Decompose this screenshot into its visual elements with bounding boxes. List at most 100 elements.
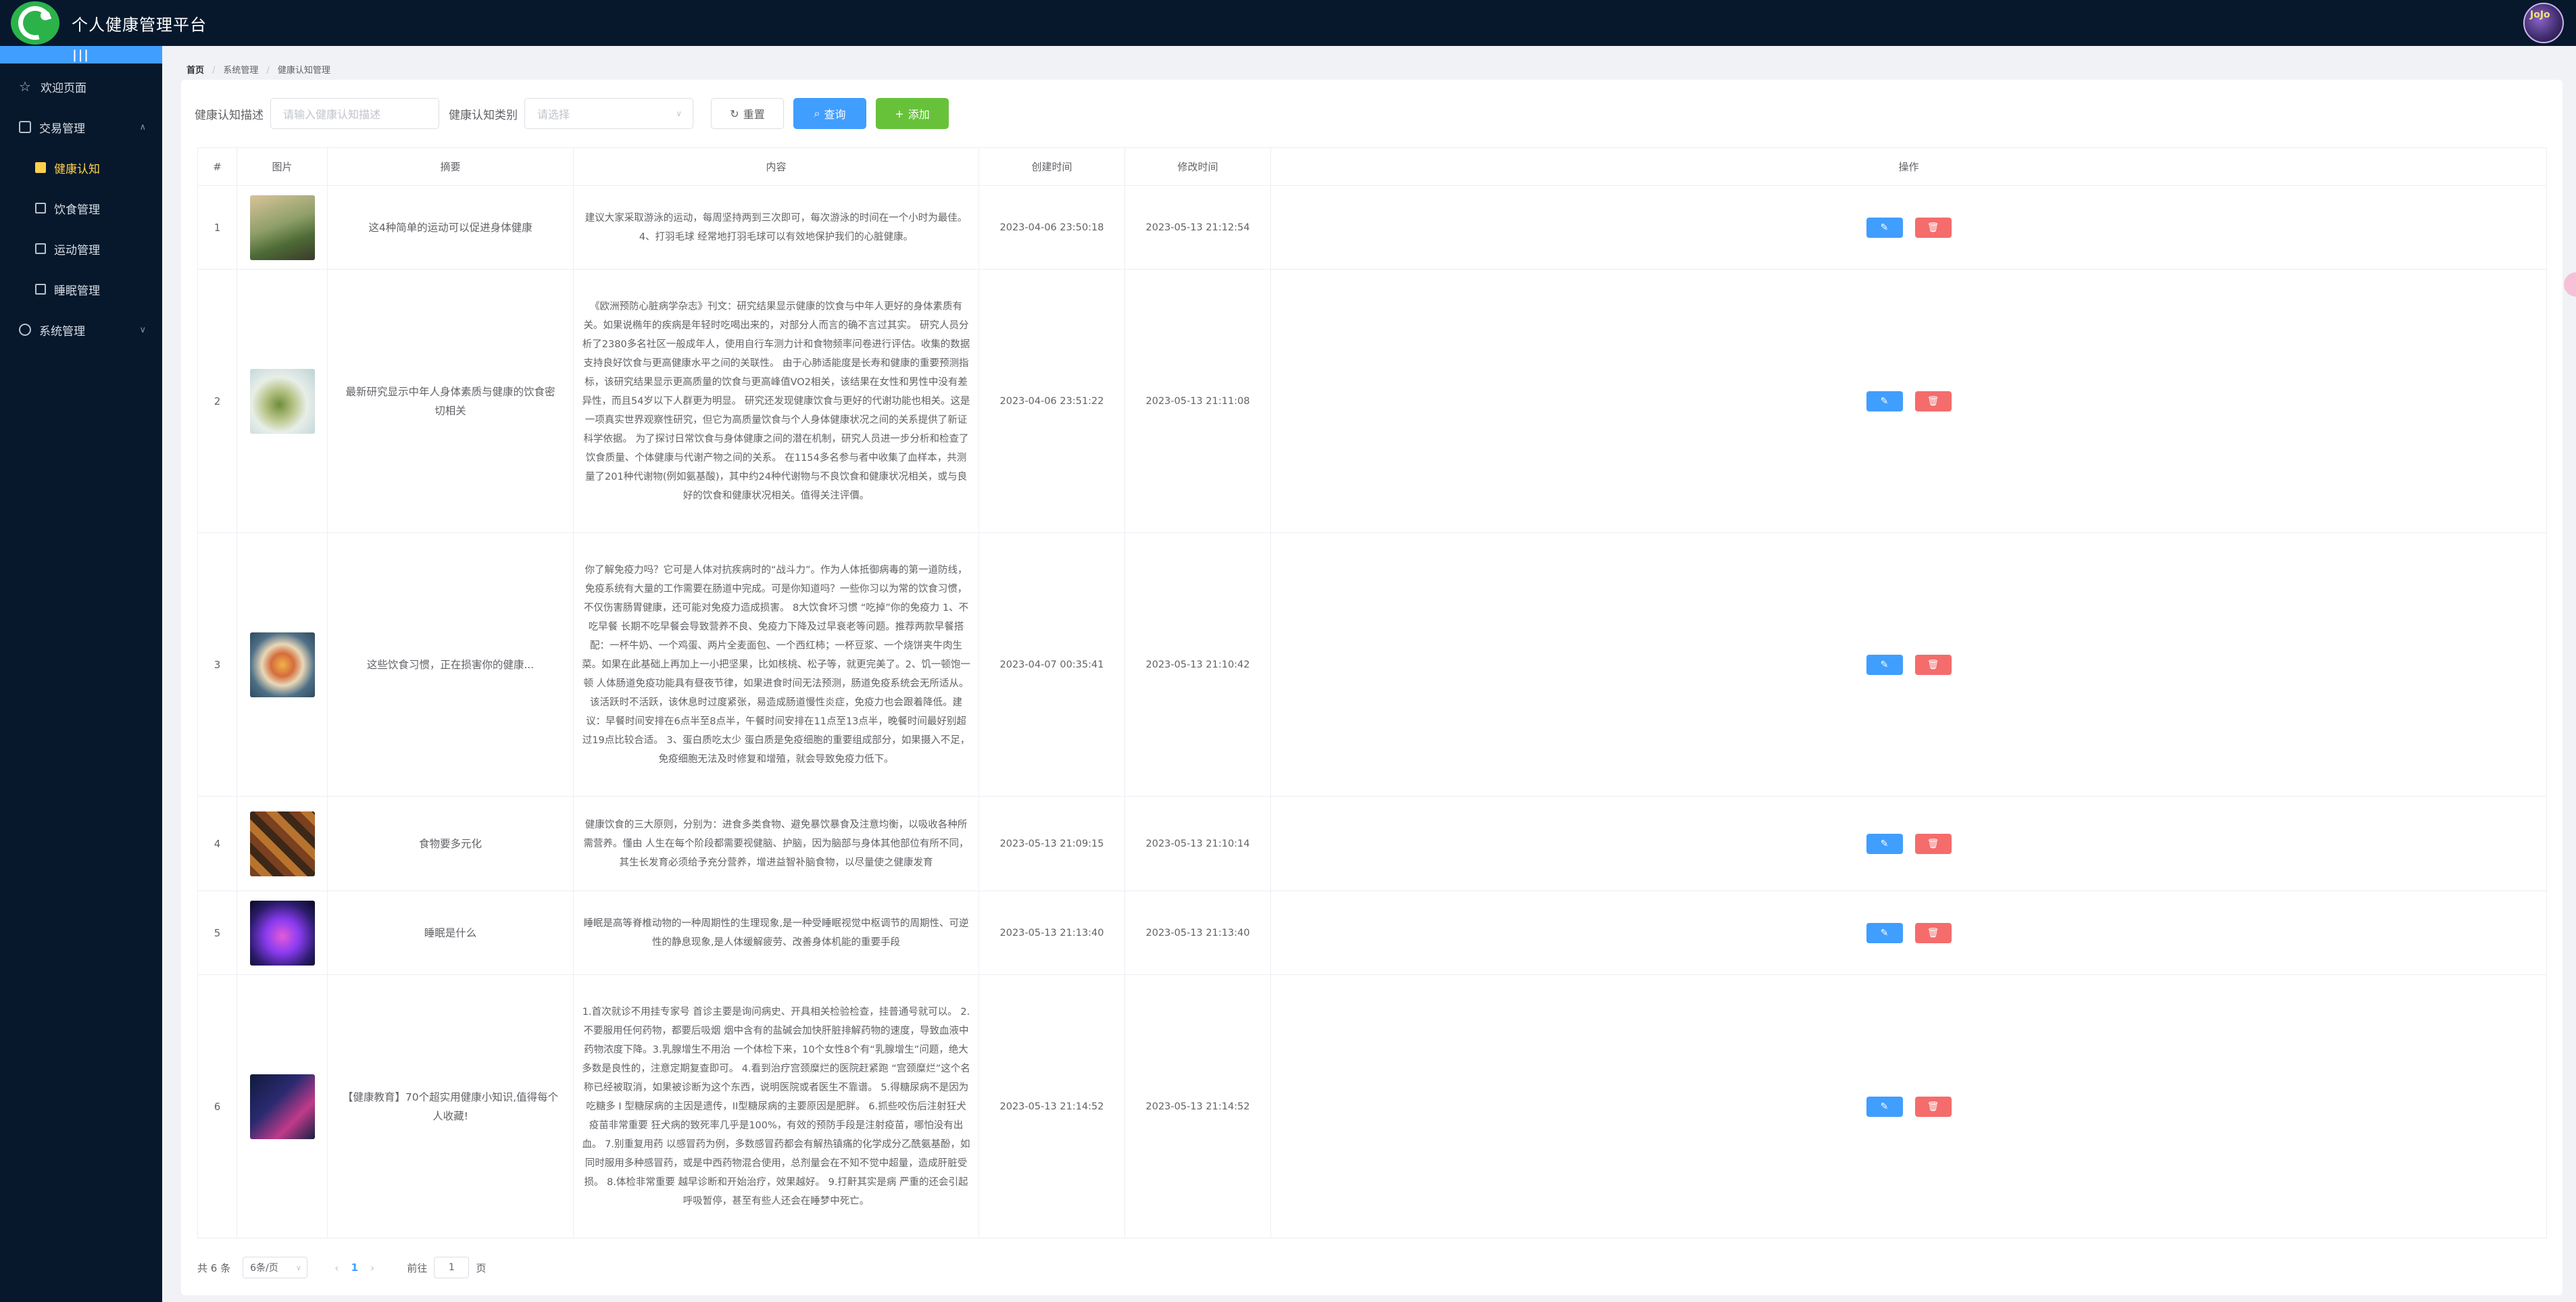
goto-input[interactable]: 1 [434, 1257, 470, 1278]
edit-button[interactable]: ✎ [1866, 217, 1903, 238]
row-summary: 这些饮食习惯，正在损害你的健康... [327, 532, 574, 797]
edit-icon: ✎ [1880, 222, 1889, 233]
sidebar-item-system[interactable]: 系统管理 ∨ [0, 309, 162, 350]
row-image-cell [237, 974, 328, 1238]
row-content: 1.首次就诊不用挂专家号 首诊主要是询问病史、开具相关检验检查，挂普通号就可以。… [573, 974, 979, 1238]
breadcrumb-home[interactable]: 首页 [187, 66, 204, 76]
user-avatar[interactable]: JoJo [2523, 3, 2564, 43]
table-header-row: # 图片 摘要 内容 创建时间 修改时间 操作 [197, 147, 2547, 186]
row-created: 2023-05-13 21:14:52 [979, 974, 1125, 1238]
delete-button[interactable]: 🗑 [1914, 217, 1952, 238]
row-content: 《欧洲预防心脏病学杂志》刊文：研究结果显示健康的饮食与中年人更好的身体素质有关。… [573, 269, 979, 533]
row-created: 2023-05-13 21:09:15 [979, 796, 1125, 891]
sidebar-subitem-label: 饮食管理 [54, 203, 100, 217]
breadcrumb: 首页 / 系统管理 / 健康认知管理 [187, 66, 330, 76]
sidebar-subitem-diet[interactable]: 饮食管理 [0, 188, 162, 228]
row-image-cell [237, 185, 328, 270]
delete-button[interactable]: 🗑 [1914, 922, 1952, 943]
row-actions: ✎ 🗑 [1270, 891, 2547, 975]
row-created: 2023-05-13 21:13:40 [979, 891, 1125, 975]
app-logo [11, 1, 59, 45]
chevron-down-icon: ∨ [676, 109, 682, 118]
search-icon: ⌕ [814, 107, 820, 120]
row-created: 2023-04-06 23:50:18 [979, 185, 1125, 270]
table-row: 5 睡眠是什么 睡眠是高等脊椎动物的一种周期性的生理现象,是一种受睡眠视觉中枢调… [197, 891, 2547, 975]
edit-icon: ✎ [1880, 927, 1889, 938]
page-size-value: 6条/页 [250, 1263, 278, 1274]
collapse-toggle[interactable]: ||| [0, 46, 162, 64]
col-header-actions: 操作 [1270, 147, 2547, 186]
sidebar-item-trade[interactable]: 交易管理 ∧ [0, 107, 162, 147]
row-actions: ✎ 🗑 [1270, 796, 2547, 891]
row-thumbnail [249, 1074, 315, 1139]
sidebar-subitem-label: 睡眠管理 [54, 284, 100, 298]
edit-button[interactable]: ✎ [1866, 922, 1903, 943]
row-modified: 2023-05-13 21:14:52 [1124, 974, 1271, 1238]
row-thumbnail [249, 368, 315, 434]
page-number-current[interactable]: 1 [351, 1261, 358, 1274]
next-page-button[interactable]: › [370, 1261, 374, 1274]
col-header-modified: 修改时间 [1124, 147, 1271, 186]
edit-button[interactable]: ✎ [1866, 1096, 1903, 1117]
goto-suffix: 页 [476, 1261, 487, 1274]
delete-button[interactable]: 🗑 [1914, 833, 1952, 854]
type-select[interactable]: 请选择 ∨ [524, 98, 693, 129]
prev-page-button[interactable]: ‹ [335, 1261, 339, 1274]
sidebar-subitem-health-knowledge[interactable]: 健康认知 [0, 147, 162, 188]
edit-button[interactable]: ✎ [1866, 654, 1903, 675]
sidebar-item-label: 欢迎页面 [41, 81, 86, 95]
row-modified: 2023-05-13 21:12:54 [1124, 185, 1271, 270]
edit-button[interactable]: ✎ [1866, 391, 1903, 411]
row-thumbnail [249, 900, 315, 966]
row-summary: 睡眠是什么 [327, 891, 574, 975]
table-row: 2 最新研究显示中年人身体素质与健康的饮食密切相关 《欧洲预防心脏病学杂志》刊文… [197, 269, 2547, 533]
goto-label: 前往 [407, 1261, 428, 1274]
main-card: 健康认知描述 请输入健康认知描述 健康认知类别 请选择 ∨ ↻ 重置 ⌕ 查询 + 添… [181, 80, 2562, 1295]
delete-button[interactable]: 🗑 [1914, 654, 1952, 675]
col-header-content: 内容 [573, 147, 979, 186]
row-index: 3 [197, 532, 237, 797]
chevron-down-icon: ∨ [139, 324, 146, 335]
row-index: 6 [197, 974, 237, 1238]
top-header: 个人健康管理平台 JoJo [0, 0, 2576, 46]
row-summary: 最新研究显示中年人身体素质与健康的饮食密切相关 [327, 269, 574, 533]
reset-button[interactable]: ↻ 重置 [711, 98, 784, 129]
sidebar-subitem-sleep[interactable]: 睡眠管理 [0, 269, 162, 309]
search-button[interactable]: ⌕ 查询 [793, 98, 866, 129]
edit-icon: ✎ [1880, 838, 1889, 849]
sidebar-item-welcome[interactable]: ☆ 欢迎页面 [0, 66, 162, 107]
table-row: 6 【健康教育】70个超实用健康小知识,值得每个人收藏! 1.首次就诊不用挂专家… [197, 974, 2547, 1238]
app-title: 个人健康管理平台 [72, 15, 207, 34]
reset-label: 重置 [743, 108, 765, 121]
home-icon [35, 162, 46, 173]
row-image-cell [237, 269, 328, 533]
table-row: 3 这些饮食习惯，正在损害你的健康... 你了解免疫力吗？它可是人体对抗疾病时的… [197, 532, 2547, 797]
desc-input[interactable]: 请输入健康认知描述 [270, 98, 439, 129]
data-table: # 图片 摘要 内容 创建时间 修改时间 操作 1 这4种简单的运动可以促进身体… [197, 147, 2547, 1238]
trash-icon: 🗑 [1927, 927, 1939, 938]
add-button[interactable]: + 添加 [876, 98, 949, 129]
delete-button[interactable]: 🗑 [1914, 391, 1952, 411]
breadcrumb-level2: 健康认知管理 [277, 66, 330, 76]
gear-icon [19, 324, 31, 336]
row-modified: 2023-05-13 21:10:14 [1124, 796, 1271, 891]
row-thumbnail [249, 632, 315, 697]
add-label: 添加 [908, 108, 930, 121]
trash-icon: 🗑 [1927, 395, 1939, 407]
row-summary: 这4种简单的运动可以促进身体健康 [327, 185, 574, 270]
row-summary: 食物要多元化 [327, 796, 574, 891]
edit-button[interactable]: ✎ [1866, 833, 1903, 854]
page-size-select[interactable]: 6条/页 ∨ [243, 1257, 308, 1278]
pagination-total: 共 6 条 [197, 1261, 231, 1274]
side-float-tab[interactable] [2564, 272, 2576, 297]
pagination: 共 6 条 6条/页 ∨ ‹ 1 › 前往 1 页 [197, 1255, 486, 1280]
delete-button[interactable]: 🗑 [1914, 1096, 1952, 1117]
sidebar-subitem-exercise[interactable]: 运动管理 [0, 228, 162, 269]
row-actions: ✎ 🗑 [1270, 532, 2547, 797]
edit-icon: ✎ [1880, 659, 1889, 670]
row-actions: ✎ 🗑 [1270, 974, 2547, 1238]
row-image-cell [237, 532, 328, 797]
monitor-icon [35, 243, 46, 254]
row-modified: 2023-05-13 21:10:42 [1124, 532, 1271, 797]
sidebar-subitem-label: 健康认知 [54, 162, 100, 176]
